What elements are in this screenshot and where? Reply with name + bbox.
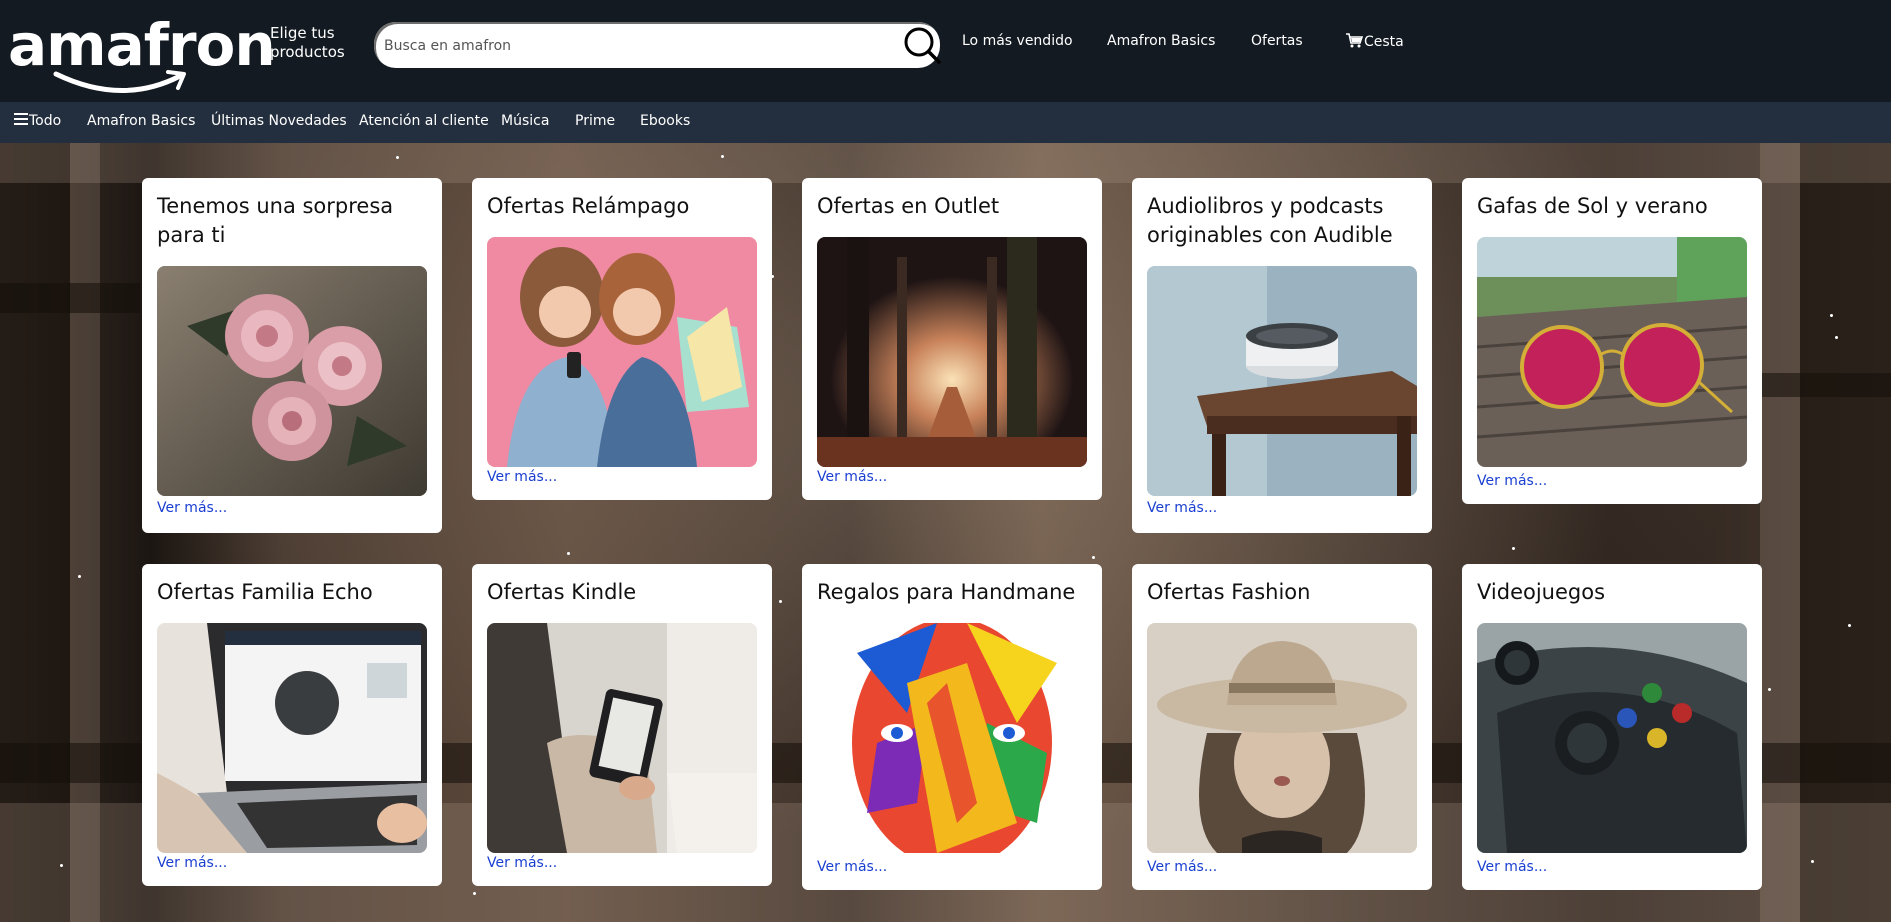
- subnav-customer-service[interactable]: Atención al cliente: [359, 113, 489, 129]
- card-title: Ofertas en Outlet: [817, 194, 1000, 218]
- game-controller-image[interactable]: [1477, 623, 1747, 853]
- cart-label: Cesta: [1364, 34, 1404, 50]
- card-audible: Audiolibros y podcasts originables con A…: [1132, 178, 1432, 533]
- choose-products-line1: Elige tus: [270, 24, 335, 42]
- card-videogames: Videojuegos Ver más...: [1462, 564, 1762, 890]
- card-title: Ofertas Familia Echo: [157, 580, 373, 604]
- amafron-logo[interactable]: amafron: [8, 10, 276, 93]
- card-fashion-offers: Ofertas Fashion Ver más...: [1132, 564, 1432, 890]
- card-title: Gafas de Sol y verano: [1477, 194, 1708, 218]
- see-more-link[interactable]: Ver más...: [1147, 500, 1217, 516]
- kindle-reader-image[interactable]: [487, 623, 757, 853]
- card-echo-family: Ofertas Familia Echo Ver más...: [142, 564, 442, 886]
- card-flash-offers: Ofertas Relámpago Ver más...: [472, 178, 772, 500]
- sub-navigation: Todo Amafron Basics Últimas Novedades At…: [0, 102, 1891, 143]
- nav-offers[interactable]: Ofertas: [1251, 33, 1303, 49]
- see-more-link[interactable]: Ver más...: [487, 855, 557, 871]
- pink-sunglasses-image[interactable]: [1477, 237, 1747, 467]
- cart-icon: [1346, 33, 1363, 48]
- see-more-link[interactable]: Ver más...: [157, 500, 227, 516]
- card-kindle-offers: Ofertas Kindle Ver más...: [472, 564, 772, 886]
- subnav-all[interactable]: Todo: [14, 113, 61, 129]
- subnav-ebooks[interactable]: Ebooks: [640, 113, 690, 129]
- nav-best-sellers[interactable]: Lo más vendido: [962, 33, 1073, 49]
- laptop-echo-image[interactable]: [157, 623, 427, 853]
- echo-dot-speaker-image[interactable]: [1147, 266, 1417, 496]
- logo-smile-arrow-icon: [53, 70, 186, 93]
- choose-products-link[interactable]: Elige tus productos: [270, 24, 360, 62]
- pink-roses-image[interactable]: [157, 266, 427, 496]
- card-title: Regalos para Handmane: [817, 580, 1076, 604]
- see-more-link[interactable]: Ver más...: [817, 469, 887, 485]
- forest-path-image[interactable]: [817, 237, 1087, 467]
- see-more-link[interactable]: Ver más...: [1147, 859, 1217, 875]
- see-more-link[interactable]: Ver más...: [487, 469, 557, 485]
- card-handmade-gifts: Regalos para Handmane Ver más...: [802, 564, 1102, 890]
- card-title: Videojuegos: [1477, 580, 1606, 604]
- subnav-all-label: Todo: [29, 113, 62, 129]
- search-icon: [904, 27, 941, 64]
- subnav-amafron-basics[interactable]: Amafron Basics: [87, 113, 195, 129]
- nav-cart[interactable]: Cesta: [1346, 33, 1404, 50]
- card-title: Ofertas Fashion: [1147, 580, 1311, 604]
- search-bar: [374, 22, 942, 68]
- card-title: Ofertas Relámpago: [487, 194, 690, 218]
- see-more-link[interactable]: Ver más...: [1477, 473, 1547, 489]
- see-more-link[interactable]: Ver más...: [1477, 859, 1547, 875]
- card-title: Tenemos una sorpresa para ti: [157, 194, 394, 247]
- shopping-girls-image[interactable]: [487, 237, 757, 467]
- woman-hat-image[interactable]: [1147, 623, 1417, 853]
- see-more-link[interactable]: Ver más...: [157, 855, 227, 871]
- card-sunglasses: Gafas de Sol y verano Ver más...: [1462, 178, 1762, 504]
- card-outlet-offers: Ofertas en Outlet Ver más...: [802, 178, 1102, 500]
- painted-face-image[interactable]: [817, 623, 1087, 853]
- top-header: amafron Elige tus productos Lo más vendi…: [0, 0, 1891, 102]
- search-button[interactable]: [902, 25, 942, 65]
- subnav-latest-news[interactable]: Últimas Novedades: [211, 113, 347, 129]
- nav-amafron-basics[interactable]: Amafron Basics: [1107, 33, 1215, 49]
- card-title: Audiolibros y podcasts originables con A…: [1147, 194, 1393, 247]
- subnav-music[interactable]: Música: [501, 113, 549, 129]
- card-surprise: Tenemos una sorpresa para ti Ver más...: [142, 178, 442, 533]
- hamburger-menu-icon: [14, 113, 28, 125]
- see-more-link[interactable]: Ver más...: [817, 859, 887, 875]
- search-input[interactable]: [382, 30, 866, 62]
- card-title: Ofertas Kindle: [487, 580, 637, 604]
- subnav-prime[interactable]: Prime: [575, 113, 615, 129]
- choose-products-line2: productos: [270, 43, 345, 61]
